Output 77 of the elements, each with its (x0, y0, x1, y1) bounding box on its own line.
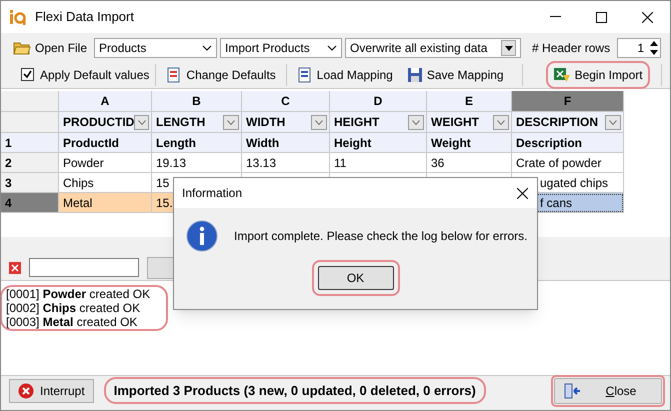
check-icon (23, 70, 32, 79)
mapping-dropdown[interactable]: Import Products (220, 38, 342, 58)
close-icon (642, 12, 652, 22)
chevron-down-icon (311, 114, 327, 130)
checklist-icon (166, 66, 182, 82)
table-cell-text: Metal (63, 194, 92, 212)
log-line: [0002] Chips created OK (6, 301, 142, 315)
table-cell-text: 36 (431, 154, 444, 172)
exit-door-icon (563, 382, 581, 398)
filter-field[interactable] (29, 258, 139, 277)
field-mapping-dropdown[interactable]: DESCRIPTION (512, 112, 624, 133)
chevron-down-icon (134, 114, 149, 130)
maximize-icon (596, 12, 606, 22)
table-cell-text: Description (516, 134, 582, 152)
spreadsheet-icon (552, 66, 571, 82)
table-cell-text: 11 (334, 154, 346, 172)
chevron-down-icon (493, 114, 509, 130)
chevron-down-icon (408, 114, 424, 130)
log-line: [0003] Metal created OK (6, 315, 138, 329)
chevron-down-icon (327, 45, 338, 51)
row-number[interactable]: 1 (1, 133, 59, 153)
app-logo-icon (9, 9, 27, 25)
apply-defaults-checkbox[interactable]: Apply Default values (21, 66, 150, 84)
chevron-down-icon (605, 114, 621, 130)
save-mapping-button[interactable]: Save Mapping (402, 64, 508, 86)
dialog-title: Information (182, 185, 242, 202)
field-mapping-dropdown[interactable]: WIDTH (242, 112, 330, 133)
info-icon (186, 220, 218, 252)
stop-icon (18, 382, 34, 398)
table-cell-text: ugated chips (540, 174, 608, 192)
column-letter[interactable]: C (242, 91, 330, 112)
field-mapping-dropdown[interactable]: PRODUCTID (59, 112, 152, 133)
dialog-message: Import complete. Please check the log below for errors. (234, 228, 528, 245)
column-letter[interactable]: F (512, 91, 624, 112)
table-cell-text: 15 (156, 174, 170, 192)
mode-dropdown[interactable]: Overwrite all existing data (345, 38, 522, 58)
table-cell-text: 13.13 (246, 154, 276, 172)
table-cell-text: Crate of powder (516, 154, 602, 172)
minimize-icon (550, 16, 560, 18)
spinner-arrows-icon (648, 39, 660, 57)
document-icon (296, 66, 313, 82)
table-dropdown[interactable]: Products (94, 38, 218, 58)
row-number[interactable]: 4 (1, 193, 59, 213)
table-cell-text: ProductId (63, 134, 119, 152)
status-message: Imported 3 Products (3 new, 0 updated, 0 deleted, 0 errors) (106, 378, 484, 402)
chevron-down-icon (202, 45, 212, 51)
table-cell-text: Height (334, 134, 372, 152)
table-cell-text: 15. (156, 194, 173, 212)
load-mapping-button[interactable]: Load Mapping (292, 64, 397, 86)
column-letter[interactable]: D (330, 91, 427, 112)
row-number[interactable]: 3 (1, 173, 59, 193)
field-mapping-dropdown[interactable]: LENGTH (152, 112, 242, 133)
interrupt-button[interactable]: Interrupt (9, 378, 94, 402)
field-mapping-dropdown[interactable]: WEIGHT (427, 112, 512, 133)
table-cell-text: Length (156, 134, 196, 152)
column-letter[interactable]: B (152, 91, 242, 112)
header-rows-spinner[interactable]: 1 (617, 38, 662, 58)
table-cell-text: Chips (63, 174, 94, 192)
column-letter[interactable]: A (59, 91, 152, 112)
change-defaults-button[interactable]: Change Defaults (162, 64, 280, 86)
field-mapping-dropdown[interactable]: HEIGHT (330, 112, 427, 133)
table-cell-text: f cans (540, 194, 572, 212)
column-letter[interactable]: E (427, 91, 512, 112)
header-rows-label: # Header rows (532, 40, 610, 57)
begin-import-button[interactable]: Begin Import (548, 64, 647, 86)
close-icon (516, 188, 528, 198)
window-title: Flexi Data Import (35, 8, 134, 26)
table-cell-text: 19.13 (156, 154, 186, 172)
table-cell-text: Weight (431, 134, 471, 152)
table-cell-text: Powder (63, 154, 104, 172)
log-line: [0001] Powder created OK (6, 287, 150, 301)
row-number[interactable]: 2 (1, 153, 59, 173)
clear-filter-icon[interactable] (9, 262, 21, 274)
chevron-down-icon (223, 114, 239, 130)
table-cell-text: Width (246, 134, 280, 152)
open-file-button[interactable]: Open File (9, 37, 92, 59)
folder-icon (13, 40, 31, 56)
